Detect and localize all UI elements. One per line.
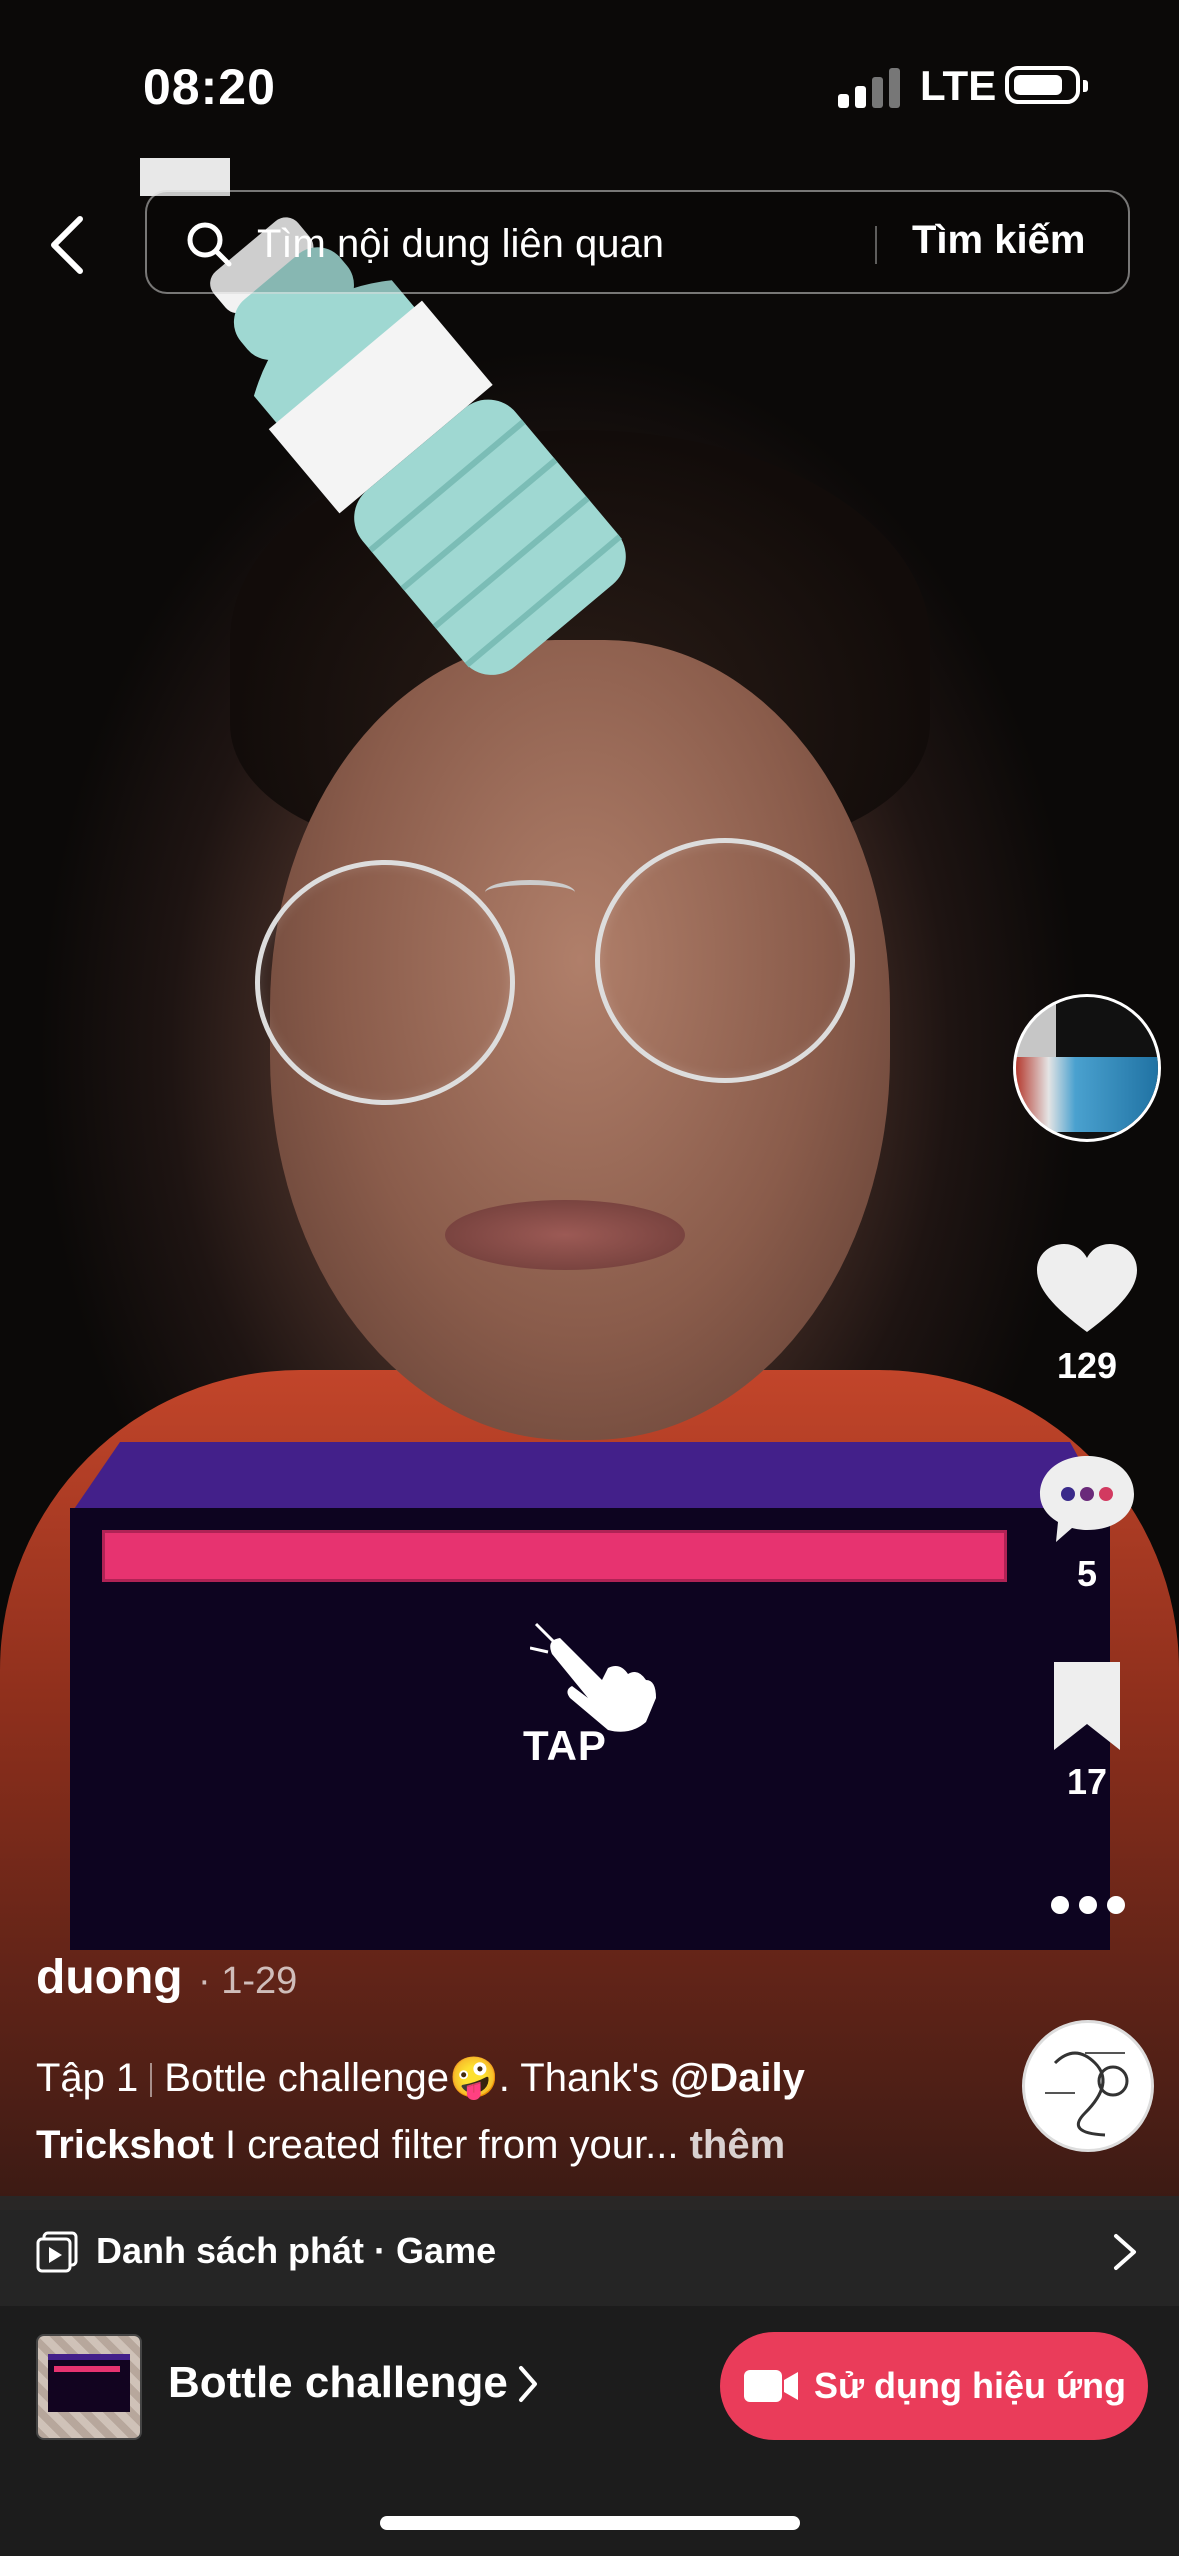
comment-icon (1040, 1456, 1134, 1542)
chevron-right-icon[interactable] (517, 2364, 539, 2404)
search-icon (187, 222, 232, 267)
person-mouth (445, 1200, 685, 1270)
battery-icon (1005, 66, 1088, 104)
use-effect-label: Sử dụng hiệu ứng (813, 2365, 1127, 2406)
caption-episode: Tập 1 (36, 2056, 139, 2100)
game-timer-bar (102, 1530, 1007, 1582)
save-button[interactable]: 17 (1032, 1656, 1142, 1803)
status-time: 08:20 (143, 59, 276, 115)
creator-avatar[interactable] (1013, 994, 1161, 1142)
like-count: 129 (1056, 1345, 1118, 1386)
caption-text: I created filter from your... (213, 2123, 679, 2167)
music-disc-artwork (1045, 2051, 1129, 2137)
caption-title: Bottle challenge (164, 2056, 449, 2100)
playlist-row[interactable]: Danh sách phát · Game (0, 2196, 1179, 2306)
network-type: LTE (920, 62, 997, 109)
back-arrow-icon (51, 216, 83, 274)
effect-thumbnail-screen (48, 2354, 130, 2412)
heart-icon (1037, 1244, 1137, 1332)
search-button[interactable]: Tìm kiếm (912, 218, 1085, 263)
bookmark-icon (1054, 1662, 1120, 1750)
music-disc[interactable] (1022, 2020, 1154, 2152)
caption-thanks: . Thank's (498, 2056, 671, 2100)
like-button[interactable]: 129 (1032, 1240, 1142, 1387)
signal-icon (838, 68, 902, 108)
post-date: · 1-29 (198, 1960, 298, 2002)
back-button[interactable] (40, 205, 100, 285)
tap-hand-icon (530, 1622, 656, 1732)
glasses-right-lens (595, 838, 855, 1083)
glasses-bridge (485, 880, 575, 905)
author-name[interactable]: duong (36, 1950, 183, 2005)
comment-count: 5 (1076, 1553, 1098, 1594)
video-camera-icon (743, 2370, 798, 2402)
effect-name[interactable]: Bottle challenge (168, 2358, 508, 2408)
effect-bar: Bottle challenge Sử dụng hiệu ứng (0, 2306, 1179, 2556)
use-effect-button[interactable]: Sử dụng hiệu ứng (720, 2332, 1148, 2440)
search-bar[interactable]: Tìm kiếm (145, 190, 1130, 294)
game-box[interactable]: TAP (70, 1440, 1110, 1950)
search-divider (875, 226, 877, 264)
save-count: 17 (1066, 1761, 1108, 1802)
effect-thumbnail[interactable] (36, 2334, 142, 2440)
chevron-right-icon (1114, 2234, 1136, 2270)
more-dots-icon[interactable] (1048, 1890, 1128, 1920)
caption-more-link[interactable]: thêm (690, 2123, 786, 2167)
caption-separator (150, 2063, 153, 2098)
caption[interactable]: Tập 1 Bottle challenge🤪. Thank's @Daily T… (36, 2045, 936, 2179)
home-indicator (380, 2516, 800, 2530)
game-box-top (70, 1442, 1110, 1515)
comment-button[interactable]: 5 (1032, 1448, 1142, 1595)
playlist-icon (36, 2231, 78, 2273)
glasses-left-lens (255, 860, 515, 1105)
tap-label: TAP (523, 1722, 607, 1769)
search-input[interactable] (257, 214, 977, 274)
caption-emoji: 🤪 (448, 2056, 499, 2100)
playlist-label: Danh sách phát · Game (96, 2230, 497, 2271)
